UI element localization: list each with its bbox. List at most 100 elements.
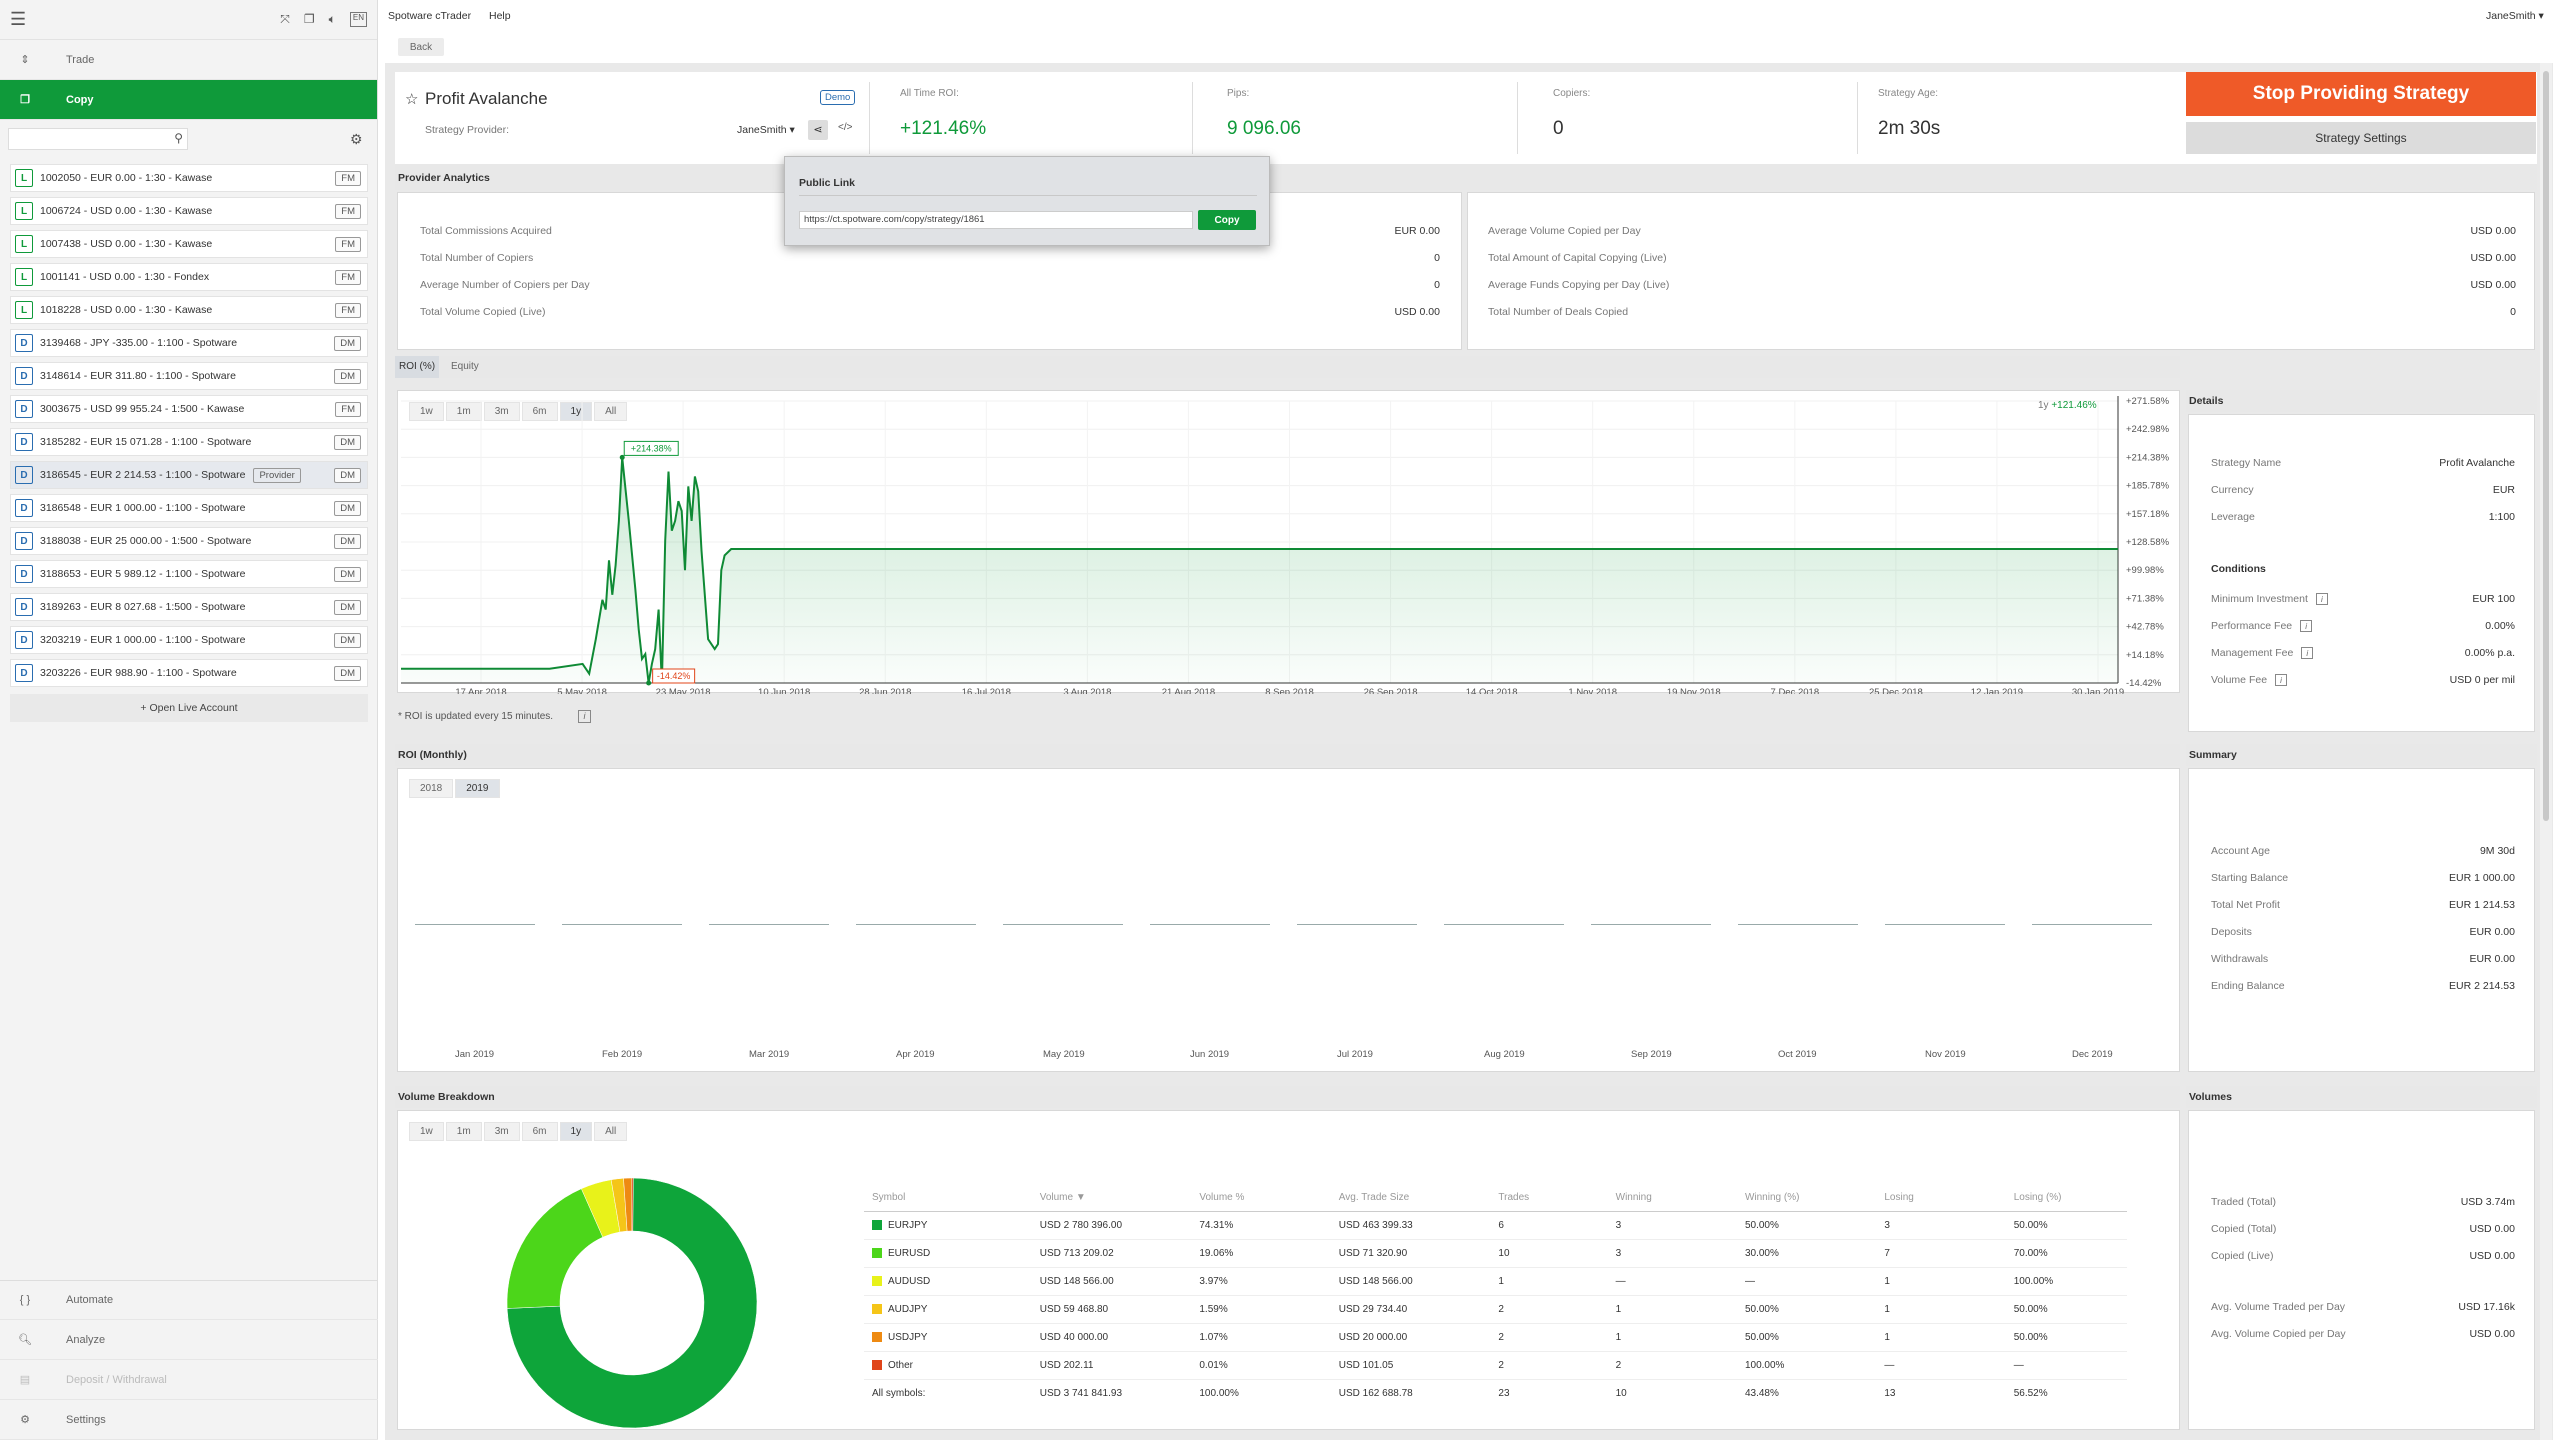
app-menu[interactable]: Spotware cTrader xyxy=(388,10,471,22)
account-row[interactable]: D 3003675 - USD 99 955.24 - 1:500 - Kawas… xyxy=(10,395,368,423)
account-row[interactable]: L 1002050 - EUR 0.00 - 1:30 - Kawase FM xyxy=(10,164,368,192)
scrollbar[interactable] xyxy=(2540,63,2552,1440)
monthly-zero-line xyxy=(1591,924,1711,925)
range-1y-button[interactable]: 1y xyxy=(559,1122,593,1141)
account-row[interactable]: D 3189263 - EUR 8 027.68 - 1:500 - Spotwa… xyxy=(10,593,368,621)
range-3m-button[interactable]: 3m xyxy=(483,1122,520,1141)
account-row[interactable]: D 3185282 - EUR 15 071.28 - 1:100 - Spotw… xyxy=(10,428,368,456)
column-header: Losing (%) xyxy=(2005,1185,2127,1212)
kv-label: Leverage xyxy=(2211,511,2255,523)
account-mode-tag: DM xyxy=(334,599,361,615)
info-icon[interactable]: i xyxy=(2315,593,2328,605)
cell-text: 6 xyxy=(1498,1219,1504,1231)
account-row[interactable]: D 3203219 - EUR 1 000.00 - 1:100 - Spotwa… xyxy=(10,626,368,654)
nav-automate[interactable]: { } Automate xyxy=(0,1280,378,1320)
account-type-icon: D xyxy=(15,466,33,484)
account-label: 1006724 - USD 0.00 - 1:30 - Kawase xyxy=(40,205,213,217)
cell-text: 19.06% xyxy=(1199,1247,1234,1259)
account-row[interactable]: D 3186545 - EUR 2 214.53 - 1:100 - Spotwa… xyxy=(10,461,368,489)
cell-text: USD 101.05 xyxy=(1338,1359,1394,1371)
hamburger-menu-icon[interactable]: ☰ xyxy=(10,9,26,30)
account-row[interactable]: D 3203226 - EUR 988.90 - 1:100 - Spotware… xyxy=(10,659,368,687)
table-cell: 3 xyxy=(1607,1211,1737,1240)
account-search-input[interactable]: ⚲ xyxy=(8,128,188,150)
account-row[interactable]: L 1001141 - USD 0.00 - 1:30 - Fondex FM xyxy=(10,263,368,291)
kv-value: EUR xyxy=(2492,484,2515,496)
kv-row: Average Funds Copying per Day (Live) USD … xyxy=(1488,279,2516,291)
info-icon[interactable]: i xyxy=(2301,647,2314,659)
table-cell: 1 xyxy=(1876,1267,2006,1296)
nav-settings[interactable]: ⚙ Settings xyxy=(0,1400,378,1440)
public-link-title: Public Link xyxy=(799,177,856,189)
kv-value: USD 17.16k xyxy=(2458,1301,2515,1313)
accounts-settings-icon[interactable]: ⚙ xyxy=(350,131,363,148)
automate-icon: { } xyxy=(19,1293,31,1306)
account-row[interactable]: D 3188038 - EUR 25 000.00 - 1:500 - Spotw… xyxy=(10,527,368,555)
range-1w-button[interactable]: 1w xyxy=(409,1122,444,1141)
public-link-input[interactable]: https://ct.spotware.com/copy/strategy/18… xyxy=(799,211,1193,229)
range-1m-button[interactable]: 1m xyxy=(445,1122,482,1141)
account-row[interactable]: D 3139468 - JPY -335.00 - 1:100 - Spotwar… xyxy=(10,329,368,357)
kv-row: Account Age 9M 30d xyxy=(2211,845,2515,857)
year-2019-button[interactable]: 2019 xyxy=(455,779,500,798)
x-tick-label: 3 Aug 2018 xyxy=(1063,687,1111,694)
range-6m-button[interactable]: 6m xyxy=(521,1122,558,1141)
tab-equity[interactable]: Equity xyxy=(447,356,483,378)
nav-copy[interactable]: ❐ Copy xyxy=(0,80,377,120)
window-icon[interactable]: ❐ xyxy=(304,12,315,27)
user-menu[interactable]: JaneSmith ▾ xyxy=(2486,10,2544,22)
kv-value: EUR 1 214.53 xyxy=(2449,899,2515,911)
account-row[interactable]: D 3186548 - EUR 1 000.00 - 1:100 - Spotwa… xyxy=(10,494,368,522)
summary-title: Summary xyxy=(2189,749,2237,761)
embed-code-icon[interactable]: </> xyxy=(838,122,852,133)
provider-selector[interactable]: JaneSmith ▾ xyxy=(737,124,795,136)
kv-row: Avg. Volume Copied per Day USD 0.00 xyxy=(2211,1328,2515,1340)
column-header[interactable]: Volume ▼ xyxy=(1031,1185,1192,1212)
language-icon[interactable]: EN xyxy=(349,12,367,27)
favorite-star-icon[interactable]: ☆ xyxy=(405,90,418,108)
roi-chart-panel: 1w 1m 3m 6m 1y All +271.58% +242.98% +214.38% +1… xyxy=(397,390,2180,694)
info-icon[interactable]: i xyxy=(2300,620,2313,632)
cell-text: USD 3 741 841.93 xyxy=(1039,1387,1122,1399)
copy-link-button[interactable]: Copy xyxy=(1198,210,1256,230)
stop-providing-strategy-button[interactable]: Stop Providing Strategy xyxy=(2186,72,2536,116)
range-All-button[interactable]: All xyxy=(594,1122,628,1141)
info-icon[interactable]: i xyxy=(578,710,591,723)
kv-row: Total Amount of Capital Copying (Live) US… xyxy=(1488,252,2516,264)
kv-row: Performance Fee i 0.00% xyxy=(2211,620,2515,632)
account-row[interactable]: D 3188653 - EUR 5 989.12 - 1:100 - Spotwa… xyxy=(10,560,368,588)
table-cell: — xyxy=(1876,1351,2006,1380)
open-live-account-button[interactable]: + Open Live Account xyxy=(10,694,368,722)
kv-value: Profit Avalanche xyxy=(2439,457,2515,469)
kv-label: Performance Fee xyxy=(2211,620,2293,632)
help-menu[interactable]: Help xyxy=(489,10,511,22)
account-row[interactable]: L 1007438 - USD 0.00 - 1:30 - Kawase FM xyxy=(10,230,368,258)
share-icon[interactable]: ⋖ xyxy=(808,120,828,140)
kv-row: Deposits EUR 0.00 xyxy=(2211,926,2515,938)
info-icon[interactable]: i xyxy=(2275,674,2288,686)
account-row[interactable]: D 3148614 - EUR 311.80 - 1:100 - Spotware… xyxy=(10,362,368,390)
strategy-settings-button[interactable]: Strategy Settings xyxy=(2186,122,2536,154)
x-tick-label: 8 Sep 2018 xyxy=(1265,687,1314,694)
y-tick-label: +157.18% xyxy=(2126,509,2170,520)
year-2018-button[interactable]: 2018 xyxy=(409,779,454,798)
account-row[interactable]: L 1006724 - USD 0.00 - 1:30 - Kawase FM xyxy=(10,197,368,225)
table-row: AUDJPY USD 59 468.80 1.59% USD 29 734.40 2 1 5… xyxy=(864,1295,2127,1324)
nav-analyze[interactable]: 🔍︎ Analyze xyxy=(0,1320,378,1360)
nav-trade[interactable]: ⇕ Trade xyxy=(0,40,377,80)
table-cell: USD 2 780 396.00 xyxy=(1031,1211,1192,1240)
min-label: -14.42% xyxy=(657,671,691,681)
back-button[interactable]: Back xyxy=(398,38,444,56)
cell-text: USD 202.11 xyxy=(1039,1359,1094,1371)
cell-text: USD 71 320.90 xyxy=(1338,1247,1408,1259)
sidebar-top: ☰ ⤧ ❐ 🔈︎ EN xyxy=(0,0,377,40)
cell-text: — xyxy=(1615,1275,1626,1287)
nav-deposit-withdrawal[interactable]: ▤ Deposit / Withdrawal xyxy=(0,1360,378,1400)
tab-roi[interactable]: ROI (%) xyxy=(395,356,440,378)
account-row[interactable]: L 1018228 - USD 0.00 - 1:30 - Kawase FM xyxy=(10,296,368,324)
nav-copy-label: Copy xyxy=(66,93,94,106)
y-tick-label: +271.58% xyxy=(2126,396,2170,407)
sound-icon[interactable]: 🔈︎ xyxy=(329,12,336,27)
y-tick-label: +99.98% xyxy=(2126,565,2164,576)
fullscreen-icon[interactable]: ⤧ xyxy=(280,12,290,27)
